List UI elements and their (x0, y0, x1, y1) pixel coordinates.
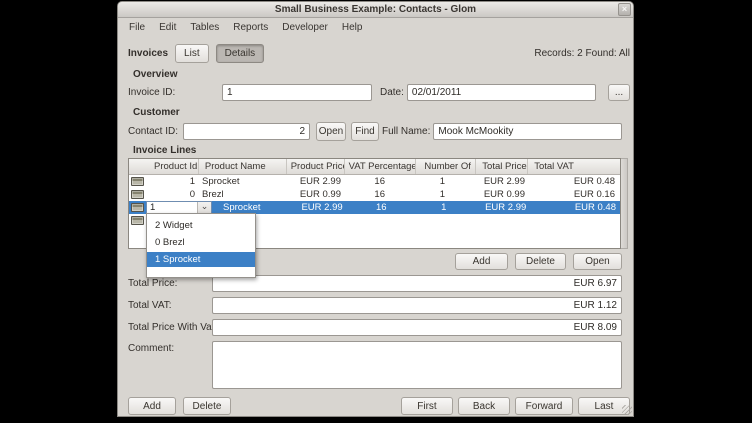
combobox-value: 1 (147, 202, 197, 213)
line-add-button[interactable]: Add (455, 253, 508, 270)
full-name-label: Full Name: (382, 126, 430, 137)
cell-product-name: Brezl (197, 188, 285, 201)
total-vat-label: Total VAT: (128, 300, 212, 311)
cell-product-price: EUR 2.99 (287, 201, 345, 214)
invoice-id-row: Invoice ID: Date: ... (128, 84, 630, 101)
dropdown-option[interactable]: 2 Widget (147, 218, 255, 233)
record-navigation-bar: Add Delete First Back Forward Last (128, 397, 630, 415)
column-header-product-id[interactable]: Product Id (129, 159, 199, 174)
first-record-button[interactable]: First (401, 397, 453, 415)
invoice-lines-table: Product Id Product Name Product Price VA… (128, 158, 621, 249)
resize-grip[interactable] (622, 405, 632, 415)
date-picker-button[interactable]: ... (608, 84, 630, 101)
date-input[interactable] (407, 84, 596, 101)
invoice-lines-portal: Product Id Product Name Product Price VA… (128, 158, 630, 249)
cell-total-vat: EUR 0.16 (527, 188, 619, 201)
cell-total-price: EUR 2.99 (476, 201, 528, 214)
total-with-vat-field[interactable] (212, 319, 622, 336)
cell-number-of: 1 (417, 201, 477, 214)
product-id-dropdown: 2 Widget 0 Brezl 1 Sprocket (146, 213, 256, 278)
comment-label: Comment: (128, 341, 212, 354)
forward-record-button[interactable]: Forward (515, 397, 573, 415)
titlebar: Small Business Example: Contacts - Glom … (118, 2, 633, 18)
table-header-row: Product Id Product Name Product Price VA… (129, 159, 620, 175)
cell-number-of: 1 (415, 175, 475, 188)
invoice-lines-heading: Invoice Lines (133, 145, 630, 157)
records-summary: Records: 2 Found: All (534, 48, 630, 59)
column-header-product-price[interactable]: Product Price (287, 159, 345, 174)
column-header-total-vat[interactable]: Total VAT (528, 159, 620, 174)
record-open-icon[interactable] (131, 190, 144, 199)
line-delete-button[interactable]: Delete (515, 253, 566, 270)
contact-row: Contact ID: Open Find Full Name: (128, 122, 630, 141)
cell-total-price: EUR 0.99 (475, 188, 527, 201)
app-window: Small Business Example: Contacts - Glom … (118, 2, 633, 416)
cell-product-price: EUR 2.99 (285, 175, 343, 188)
total-vat-row: Total VAT: (128, 297, 630, 314)
chevron-down-icon: ⌄ (197, 202, 211, 213)
cell-total-price: EUR 2.99 (475, 175, 527, 188)
dropdown-option[interactable]: 0 Brezl (147, 235, 255, 250)
cell-vat-percentage: 16 (343, 175, 415, 188)
menu-item-developer[interactable]: Developer (275, 21, 335, 34)
details-view-button[interactable]: Details (216, 44, 265, 63)
overview-heading: Overview (133, 69, 630, 81)
menu-item-reports[interactable]: Reports (226, 21, 275, 34)
record-add-button[interactable]: Add (128, 397, 176, 415)
menu-item-file[interactable]: File (122, 21, 152, 34)
table-name-label: Invoices (128, 48, 168, 59)
cell-number-of: 1 (415, 188, 475, 201)
column-header-total-price[interactable]: Total Price (476, 159, 528, 174)
record-open-icon[interactable] (131, 177, 144, 186)
total-price-label: Total Price: (128, 278, 212, 289)
cell-total-vat: EUR 0.48 (528, 201, 620, 214)
table-row[interactable]: 0 Brezl EUR 0.99 16 1 EUR 0.99 EUR 0.16 (129, 188, 620, 201)
column-header-vat-percentage[interactable]: VAT Percentage (345, 159, 417, 174)
date-label: Date: (380, 87, 404, 98)
cell-vat-percentage: 16 (343, 188, 415, 201)
window-title: Small Business Example: Contacts - Glom (275, 4, 476, 15)
menu-item-edit[interactable]: Edit (152, 21, 183, 34)
record-open-icon[interactable] (131, 203, 144, 212)
back-record-button[interactable]: Back (458, 397, 510, 415)
total-price-field[interactable] (212, 275, 622, 292)
find-contact-button[interactable]: Find (351, 122, 379, 141)
comment-row: Comment: (128, 341, 630, 389)
comment-textarea[interactable] (212, 341, 622, 389)
cell-product-id: 0 (144, 188, 197, 201)
contact-id-label: Contact ID: (128, 126, 183, 137)
invoice-id-input[interactable] (222, 84, 372, 101)
table-scrollbar[interactable] (621, 158, 628, 249)
cell-vat-percentage: 16 (345, 201, 417, 214)
open-contact-button[interactable]: Open (316, 122, 346, 141)
cell-total-vat: EUR 0.48 (527, 175, 619, 188)
view-switch-row: Invoices List Details Records: 2 Found: … (128, 44, 630, 63)
table-row[interactable]: 1 Sprocket EUR 2.99 16 1 EUR 2.99 EUR 0.… (129, 175, 620, 188)
record-delete-button[interactable]: Delete (183, 397, 231, 415)
dropdown-option-selected[interactable]: 1 Sprocket (147, 252, 255, 267)
column-header-number-of[interactable]: Number Of (416, 159, 476, 174)
cell-product-id: 1 (144, 175, 197, 188)
total-with-vat-label: Total Price With Vat: (128, 322, 212, 333)
invoice-id-label: Invoice ID: (128, 87, 222, 98)
menubar: File Edit Tables Reports Developer Help (118, 18, 633, 37)
line-open-button[interactable]: Open (573, 253, 622, 270)
main-content: Invoices List Details Records: 2 Found: … (118, 44, 633, 415)
total-vat-field[interactable] (212, 297, 622, 314)
close-icon: × (622, 4, 627, 14)
record-open-icon[interactable] (131, 216, 144, 225)
full-name-input[interactable] (433, 123, 622, 140)
total-with-vat-row: Total Price With Vat: (128, 319, 630, 336)
close-button[interactable]: × (618, 3, 631, 16)
column-header-product-name[interactable]: Product Name (199, 159, 287, 174)
customer-heading: Customer (133, 107, 630, 119)
contact-id-input[interactable] (183, 123, 310, 140)
cell-product-name: Sprocket (197, 175, 285, 188)
list-view-button[interactable]: List (175, 44, 209, 63)
cell-product-price: EUR 0.99 (285, 188, 343, 201)
menu-item-help[interactable]: Help (335, 21, 370, 34)
menu-item-tables[interactable]: Tables (183, 21, 226, 34)
